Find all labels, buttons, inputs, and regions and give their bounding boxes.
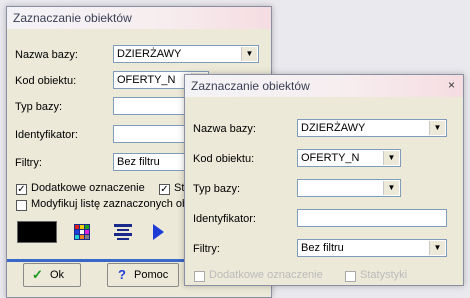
front-dialog-title: Zaznaczanie obiektów: [191, 79, 310, 93]
front-typ-bazy-select[interactable]: ▼: [297, 179, 401, 197]
ok-button[interactable]: ✓ Ok: [23, 263, 81, 287]
back-st-label: St: [174, 182, 185, 194]
back-filtry-value: Bez filtru: [117, 156, 160, 168]
layers-icon[interactable]: [111, 221, 135, 243]
front-filtry-select[interactable]: Bez filtru ▼: [297, 239, 447, 257]
front-dialog-titlebar: Zaznaczanie obiektów ×: [185, 75, 463, 97]
color-palette-icon[interactable]: [73, 223, 91, 241]
front-statystyki-label: Statystyki: [360, 269, 408, 281]
back-modyfikuj-checkbox[interactable]: [16, 200, 27, 211]
back-label-identyfikator: Identyfikator:: [15, 129, 78, 141]
back-nazwa-bazy-value: DZIERŻAWY: [117, 48, 182, 60]
back-label-typ-bazy: Typ bazy:: [15, 101, 63, 113]
ok-button-label: Ok: [50, 269, 65, 281]
front-nazwa-bazy-select[interactable]: DZIERŻAWY ▼: [297, 119, 447, 137]
chevron-down-icon[interactable]: ▼: [429, 241, 445, 255]
back-dialog-title: Zaznaczanie obiektów: [13, 11, 132, 25]
back-label-nazwa-bazy: Nazwa bazy:: [15, 49, 78, 61]
front-label-kod-obiektu: Kod obiektu:: [193, 153, 255, 165]
check-icon: ✓: [32, 267, 43, 282]
front-kod-obiektu-value: OFERTY_N: [301, 152, 360, 164]
back-nazwa-bazy-select[interactable]: DZIERŻAWY ▼: [113, 45, 259, 63]
front-dodatkowe-checkbox[interactable]: [194, 271, 205, 282]
front-statystyki-checkbox[interactable]: [345, 271, 356, 282]
back-label-kod-obiektu: Kod obiektu:: [15, 75, 77, 87]
close-icon[interactable]: ×: [448, 78, 455, 92]
chevron-down-icon[interactable]: ▼: [241, 47, 257, 61]
front-dodatkowe-label: Dodatkowe oznaczenie: [209, 269, 323, 281]
front-nazwa-bazy-value: DZIERŻAWY: [301, 122, 366, 134]
back-st-checkbox[interactable]: ✓: [159, 184, 170, 195]
back-dodatkowe-checkbox[interactable]: ✓: [16, 184, 27, 195]
back-typ-bazy-select[interactable]: [113, 97, 193, 115]
front-dialog: Zaznaczanie obiektów × Nazwa bazy: DZIER…: [184, 74, 464, 286]
black-color-swatch-icon[interactable]: [17, 221, 57, 243]
back-label-filtry: Filtry:: [15, 157, 42, 169]
back-dialog-titlebar: Zaznaczanie obiektów: [7, 7, 271, 29]
front-identyfikator-input[interactable]: [297, 209, 447, 227]
pomoc-button[interactable]: ? Pomoc: [107, 263, 179, 287]
back-filtry-select[interactable]: Bez filtru: [113, 153, 193, 171]
back-kod-obiektu-value: OFERTY_N: [117, 74, 176, 86]
play-arrow-icon[interactable]: [151, 223, 165, 241]
front-label-identyfikator: Identyfikator:: [193, 213, 256, 225]
front-label-typ-bazy: Typ bazy:: [193, 183, 241, 195]
back-modyfikuj-label: Modyfikuj listę zaznaczonych obi: [31, 198, 191, 210]
back-identyfikator-input[interactable]: [113, 125, 193, 143]
chevron-down-icon[interactable]: ▼: [383, 151, 399, 165]
back-dodatkowe-label: Dodatkowe oznaczenie: [31, 182, 145, 194]
front-filtry-value: Bez filtru: [301, 242, 344, 254]
front-label-nazwa-bazy: Nazwa bazy:: [193, 123, 256, 135]
pomoc-button-label: Pomoc: [134, 269, 169, 281]
front-label-filtry: Filtry:: [193, 243, 220, 255]
chevron-down-icon[interactable]: ▼: [383, 181, 399, 195]
chevron-down-icon[interactable]: ▼: [429, 121, 445, 135]
front-kod-obiektu-select[interactable]: OFERTY_N ▼: [297, 149, 401, 167]
